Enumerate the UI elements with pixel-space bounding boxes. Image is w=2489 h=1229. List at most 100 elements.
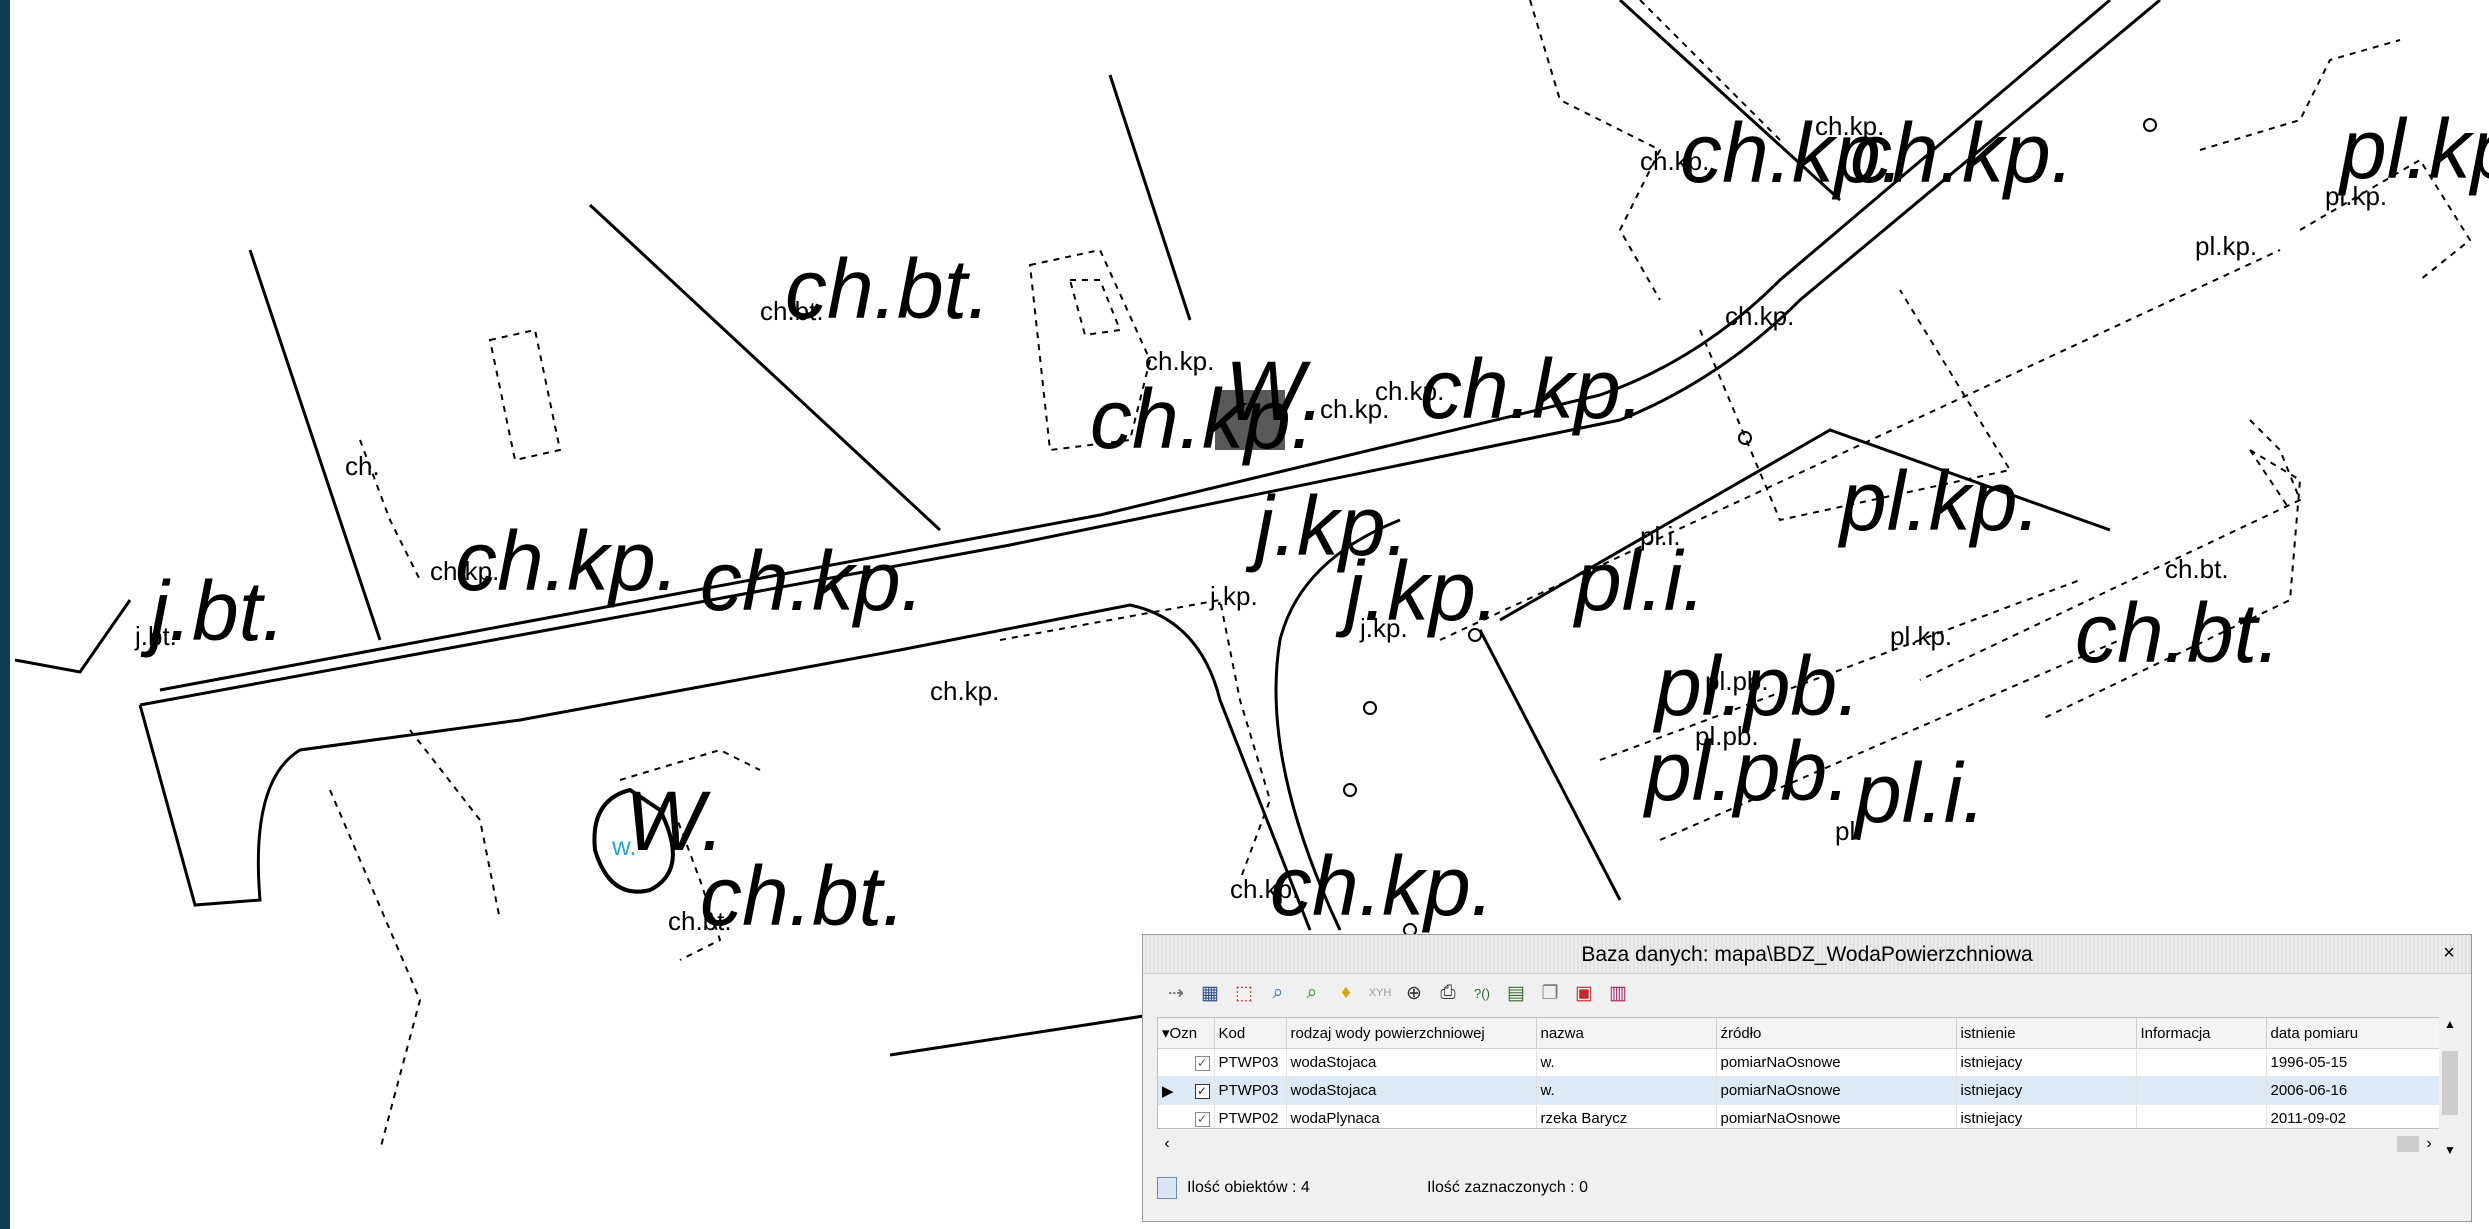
select-icon[interactable]: ⬚ — [1231, 980, 1257, 1006]
cell-informacja — [2136, 1048, 2267, 1077]
map-label-small: ch.bt. — [2165, 554, 2229, 584]
map-label-small: j.kp. — [1209, 581, 1258, 611]
table-row-selected[interactable]: ▶ ✓ PTWP03 wodaStojaca w. pomiarNaOsnowe … — [1158, 1076, 2440, 1105]
table-header: ▾Ozn Kod rodzaj wody powierzchniowej naz… — [1158, 1018, 2440, 1049]
cell-data: 2011-09-02 — [2266, 1104, 2440, 1128]
map-label-small: pl. — [1835, 816, 1862, 846]
scroll-right-icon[interactable]: › — [2419, 1132, 2439, 1156]
scroll-down-icon[interactable]: ▼ — [2439, 1143, 2461, 1163]
cell-kod: PTWP02 — [1214, 1104, 1287, 1128]
cell-zrodlo: pomiarNaOsnowe — [1716, 1104, 1957, 1128]
light-icon[interactable]: ♦ — [1333, 980, 1359, 1006]
panel-titlebar[interactable]: Baza danych: mapa\BDZ_WodaPowierzchniowa… — [1143, 935, 2471, 974]
cell-data: 2006-06-16 — [2266, 1076, 2440, 1105]
selected-count: Ilość zaznaczonych : 0 — [1427, 1179, 1588, 1196]
grid-icon[interactable]: ▣ — [1571, 980, 1597, 1006]
panel-toolbar: ⇢ ▦ ⬚ ⌕ ⌕ ♦ XYH ⊕ ⎙ ?() ▤ ❐ ▣ ▥ — [1163, 979, 1631, 1007]
zoom-icon[interactable]: ⊕ — [1401, 980, 1427, 1006]
map-label-small: ch.bt. — [760, 296, 824, 326]
objects-icon — [1157, 1177, 1177, 1199]
scroll-left-icon[interactable]: ‹ — [1157, 1132, 1177, 1156]
map-label: pl.i. — [1852, 746, 1986, 840]
map-label-small: pl.i. — [1640, 521, 1680, 551]
row-checkbox[interactable]: ✓ — [1194, 1112, 1210, 1127]
map-label: pl.i. — [1572, 534, 1706, 628]
map-label-small: ch.kp. — [1725, 301, 1794, 331]
object-count: Ilość obiektów : 4 — [1187, 1179, 1310, 1196]
map-label-small: pl.kp. — [2195, 231, 2257, 261]
print-icon[interactable]: ⎙ — [1435, 980, 1461, 1006]
find-icon[interactable]: ⌕ — [1265, 980, 1291, 1006]
map-label-small: j.bt. — [134, 621, 177, 651]
table-row[interactable]: ✓ PTWP02 wodaPlynaca rzeka Barycz pomiar… — [1158, 1104, 2440, 1128]
map-label-small: ch.kp. — [1815, 111, 1884, 141]
cell-istnienie: istniejacy — [1956, 1076, 2137, 1105]
col-informacja[interactable]: Informacja — [2136, 1018, 2267, 1049]
cell-istnienie: istniejacy — [1956, 1104, 2137, 1128]
map-label-small: ch. — [345, 451, 380, 481]
horizontal-scrollbar[interactable]: ‹ › — [1157, 1132, 2439, 1156]
cell-rodzaj: wodaPlynaca — [1286, 1104, 1537, 1128]
cell-informacja — [2136, 1104, 2267, 1128]
attribute-table[interactable]: ▾Ozn Kod rodzaj wody powierzchniowej naz… — [1157, 1017, 2441, 1129]
row-checkbox[interactable]: ✓ — [1194, 1083, 1210, 1099]
query-icon[interactable]: ?() — [1469, 980, 1495, 1006]
cell-zrodlo: pomiarNaOsnowe — [1716, 1048, 1957, 1077]
col-ozn[interactable]: ▾Ozn — [1158, 1018, 1215, 1049]
map-label-small: pl.kp. — [1890, 621, 1952, 651]
cell-kod: PTWP03 — [1214, 1076, 1287, 1105]
row-checkbox[interactable]: ✓ — [1194, 1056, 1210, 1071]
map-labels-large: ch.kp. ch.kp. pl.kp ch.bt. ch.kp. W. ch.… — [140, 102, 2489, 943]
cell-rodzaj: wodaStojaca — [1286, 1076, 1537, 1105]
col-rodzaj[interactable]: rodzaj wody powierzchniowej — [1286, 1018, 1537, 1049]
scroll-thumb[interactable] — [2442, 1051, 2458, 1115]
map-label-small: ch.kp. — [1145, 346, 1214, 376]
cell-informacja — [2136, 1076, 2267, 1105]
table-row[interactable]: ✓ PTWP03 wodaStojaca w. pomiarNaOsnowe i… — [1158, 1048, 2440, 1077]
col-kod[interactable]: Kod — [1214, 1018, 1287, 1049]
filter-icon[interactable]: ▤ — [1503, 980, 1529, 1006]
database-panel[interactable]: Baza danych: mapa\BDZ_WodaPowierzchniowa… — [1142, 934, 2472, 1222]
cell-istnienie: istniejacy — [1956, 1048, 2137, 1077]
map-label: ch.kp. — [1270, 839, 1494, 933]
col-zrodlo[interactable]: źródło — [1716, 1018, 1957, 1049]
cell-nazwa: rzeka Barycz — [1536, 1104, 1717, 1128]
map-label-small: ch.kp. — [1375, 376, 1444, 406]
map-label: pl.kp. — [1837, 454, 2041, 548]
panel-title: Baza danych: mapa\BDZ_WodaPowierzchniowa — [1581, 943, 2033, 966]
map-label-small: ch.bt. — [668, 906, 732, 936]
vertical-scrollbar[interactable]: ▲ ▼ — [2439, 1017, 2461, 1163]
status-bar: Ilość obiektów : 4 Ilość zaznaczonych : … — [1157, 1173, 2457, 1203]
scroll-up-icon[interactable]: ▲ — [2439, 1017, 2461, 1037]
col-istnienie[interactable]: istnienie — [1956, 1018, 2137, 1049]
export-icon[interactable]: ⇢ — [1163, 980, 1189, 1006]
map-label-small: pl.kp. — [2325, 181, 2387, 211]
col-data-pomiaru[interactable]: data pomiaru — [2266, 1018, 2440, 1049]
cell-zrodlo: pomiarNaOsnowe — [1716, 1076, 1957, 1105]
cell-kod: PTWP03 — [1214, 1048, 1287, 1077]
map-label: W. — [1225, 344, 1325, 438]
col-nazwa[interactable]: nazwa — [1536, 1018, 1717, 1049]
xyh-icon[interactable]: XYH — [1367, 980, 1393, 1006]
map-label: ch.bt. — [2075, 586, 2280, 680]
row-pointer-icon: ▶ — [1162, 1082, 1174, 1100]
map-label-small: pl.pb. — [1695, 721, 1759, 751]
cell-nazwa: w. — [1536, 1048, 1717, 1077]
close-button[interactable]: × — [2437, 941, 2461, 965]
cell-nazwa: w. — [1536, 1076, 1717, 1105]
delete-icon[interactable]: ▥ — [1605, 980, 1631, 1006]
map-label: ch.kp. — [1420, 342, 1644, 436]
copy-icon[interactable]: ❐ — [1537, 980, 1563, 1006]
map-label-small: pl.pb. — [1705, 666, 1769, 696]
map-label-small: w. — [611, 831, 637, 861]
cell-rodzaj: wodaStojaca — [1286, 1048, 1537, 1077]
cell-data: 1996-05-15 — [2266, 1048, 2440, 1077]
map-label-small: ch.kp. — [930, 676, 999, 706]
table-icon[interactable]: ▦ — [1197, 980, 1223, 1006]
map-label-small: ch.kp. — [1640, 146, 1709, 176]
map-label-small: j.kp. — [1359, 613, 1408, 643]
map-label-small: ch.kp. — [430, 556, 499, 586]
search-next-icon[interactable]: ⌕ — [1299, 980, 1325, 1006]
scroll-thumb-horizontal[interactable] — [2397, 1136, 2419, 1152]
map-label: ch.kp. — [700, 534, 924, 628]
